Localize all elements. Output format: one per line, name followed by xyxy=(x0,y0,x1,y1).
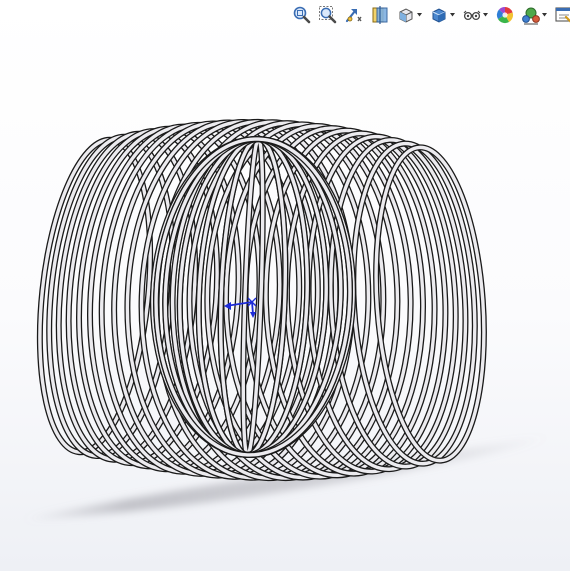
spring-coil-model[interactable] xyxy=(0,0,570,571)
graphics-area[interactable] xyxy=(0,0,570,571)
